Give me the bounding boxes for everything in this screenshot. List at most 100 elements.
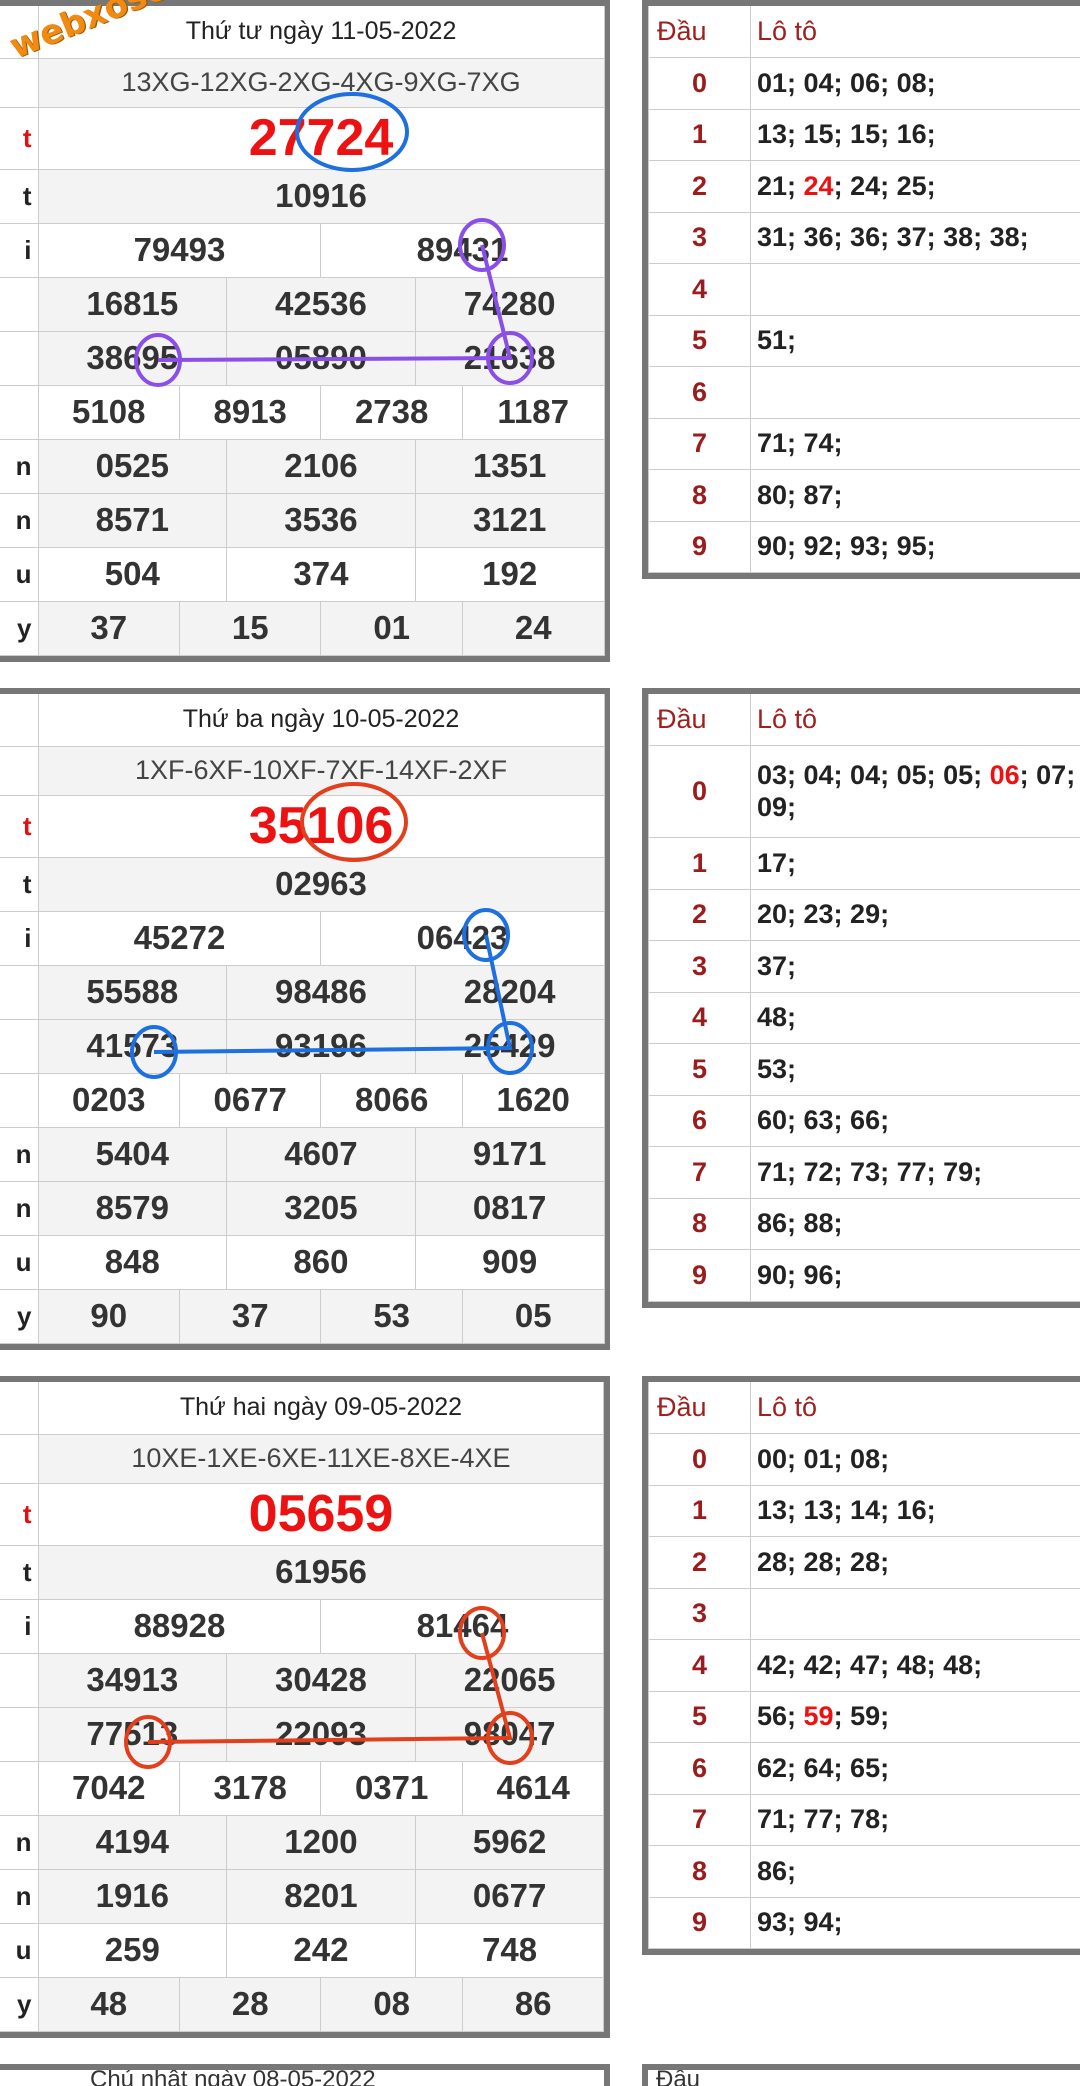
next-loto-stub: Đầu <box>642 2064 1080 2086</box>
prize-label: u <box>0 546 39 602</box>
prize-label: u <box>0 1234 39 1290</box>
prize-number: 08 <box>320 1976 463 2032</box>
prize-number: 1916 <box>37 1868 228 1924</box>
loto-head-digit: 5 <box>648 1690 751 1743</box>
loto-values: 01; 04; 06; 08; <box>750 57 1080 110</box>
prize-label <box>0 330 39 386</box>
prize-number: 5404 <box>37 1126 228 1182</box>
loto-values: 28; 28; 28; <box>750 1536 1080 1589</box>
prize-number: 0677 <box>178 1072 322 1128</box>
loto-text: 13; 13; 14; 16; <box>757 1495 936 1526</box>
prize-number: 41573 <box>37 1018 228 1074</box>
loto-row: 2 21; 24; 24; 25; <box>648 160 1080 213</box>
label-spacer <box>0 1433 39 1484</box>
prize-number: 81464 <box>320 1598 605 1654</box>
prize-number: 0371 <box>320 1760 463 1816</box>
loto-values: 80; 87; <box>750 469 1080 522</box>
prize-number: 79493 <box>37 222 322 278</box>
prize-label: y <box>0 1976 39 2032</box>
prize-number: 8201 <box>226 1868 416 1924</box>
loto-text: 90; 92; 93; 95; <box>757 531 936 562</box>
loto-values <box>750 366 1080 419</box>
prize-number: 1351 <box>414 438 605 494</box>
prize-row-db: t 35106 <box>0 794 605 858</box>
prize-label: n <box>0 1868 39 1924</box>
prize-row-g3: 55588 98486 28204 <box>0 964 605 1020</box>
loto-head-digit: 7 <box>648 1146 751 1199</box>
prize-number: 24 <box>461 600 605 656</box>
loto-row: 0 03; 04; 04; 05; 05; 06; 07; 09; <box>648 745 1080 838</box>
loto-row: 4 <box>648 263 1080 316</box>
loto-text: 37; <box>757 950 797 981</box>
prize-number: 3178 <box>178 1760 322 1816</box>
prize-label: n <box>0 1126 39 1182</box>
loto-values: 90; 96; <box>750 1249 1080 1302</box>
prize-number: 4607 <box>226 1126 416 1182</box>
prize-number: 374 <box>226 546 416 602</box>
prize-row-g6: u 259 242 748 <box>0 1922 605 1978</box>
prize-number: 259 <box>37 1922 228 1978</box>
results-table-2: Thứ hai ngày 09-05-2022 10XE-1XE-6XE-11XE… <box>0 1376 610 2038</box>
loto-text: 93; 94; <box>757 1907 843 1938</box>
prize-number: 860 <box>226 1234 416 1290</box>
loto-text: 86; 88; <box>757 1208 843 1239</box>
loto-values: 53; <box>750 1043 1080 1096</box>
prize-number: 3536 <box>226 492 416 548</box>
prize-number: 5108 <box>37 384 180 440</box>
prize-row-g1: t 61956 <box>0 1544 605 1600</box>
loto-table-2: Đầu Lô tô 0 00; 01; 08; 1 13; 13; 14; 16; 2 28;… <box>642 1376 1080 1955</box>
loto-head-digit: 0 <box>648 57 751 110</box>
prize-number: 90 <box>37 1288 180 1344</box>
prize-number: 37 <box>178 1288 322 1344</box>
prize-row-g2: i 79493 89431 <box>0 222 605 278</box>
loto-text: 31; 36; 36; 37; 38; 38; <box>757 222 1029 253</box>
prize-label: i <box>0 1598 39 1654</box>
prize-label: t <box>0 168 39 224</box>
prize-number: 98047 <box>414 1706 605 1762</box>
loto-highlight: 06 <box>989 760 1020 791</box>
loto-head-digit: 3 <box>648 940 751 993</box>
prize-number: 3121 <box>414 492 605 548</box>
prize-number: 848 <box>37 1234 228 1290</box>
dau-header: Đầu <box>648 694 751 746</box>
prize-number: 30428 <box>226 1652 416 1708</box>
prize-label: n <box>0 492 39 548</box>
loto-head-digit: 1 <box>648 1484 751 1537</box>
loto-text: 60; 63; 66; <box>757 1105 890 1136</box>
prize-number: 3205 <box>226 1180 416 1236</box>
prize-row-g2: i 88928 81464 <box>0 1598 605 1654</box>
prize-label: i <box>0 910 39 966</box>
loto-values: 86; 88; <box>750 1197 1080 1250</box>
loto-values: 31; 36; 36; 37; 38; 38; <box>750 211 1080 264</box>
prize-number: 9171 <box>414 1126 605 1182</box>
prize-row-g3: 38695 05890 21638 <box>0 330 605 386</box>
prize-number: 16815 <box>37 276 228 332</box>
prize-label <box>0 964 39 1020</box>
loto-row: 1 17; <box>648 837 1080 890</box>
prize-number: 06423 <box>320 910 605 966</box>
prize-number: 0525 <box>37 438 228 494</box>
loto-header: Đầu Lô tô <box>648 1382 1080 1434</box>
prize-row-g4: 7042 3178 0371 4614 <box>0 1760 605 1816</box>
prize-number: 86 <box>461 1976 605 2032</box>
prize-label: u <box>0 1922 39 1978</box>
prize-row-g7: y 48 28 08 86 <box>0 1976 605 2032</box>
loto-row: 7 71; 77; 78; <box>648 1793 1080 1846</box>
loto-row: 7 71; 72; 73; 77; 79; <box>648 1146 1080 1199</box>
prize-number: 15 <box>178 600 322 656</box>
loto-text: ; 59; <box>833 1701 890 1732</box>
loto-header: Đầu Lô tô <box>648 694 1080 746</box>
prize-number: 2106 <box>226 438 416 494</box>
loto-row: 9 90; 96; <box>648 1249 1080 1302</box>
prize-label <box>0 1706 39 1762</box>
loto-values: 71; 72; 73; 77; 79; <box>750 1146 1080 1199</box>
prize-number: 02963 <box>37 856 605 912</box>
loto-head-digit: 1 <box>648 108 751 161</box>
prize-number: 242 <box>226 1922 416 1978</box>
prize-number: 192 <box>414 546 605 602</box>
prize-label: y <box>0 600 39 656</box>
loto-head-digit: 6 <box>648 366 751 419</box>
prize-number: 48 <box>37 1976 180 2032</box>
prize-number: 45272 <box>37 910 322 966</box>
loto-values: 90; 92; 93; 95; <box>750 520 1080 573</box>
